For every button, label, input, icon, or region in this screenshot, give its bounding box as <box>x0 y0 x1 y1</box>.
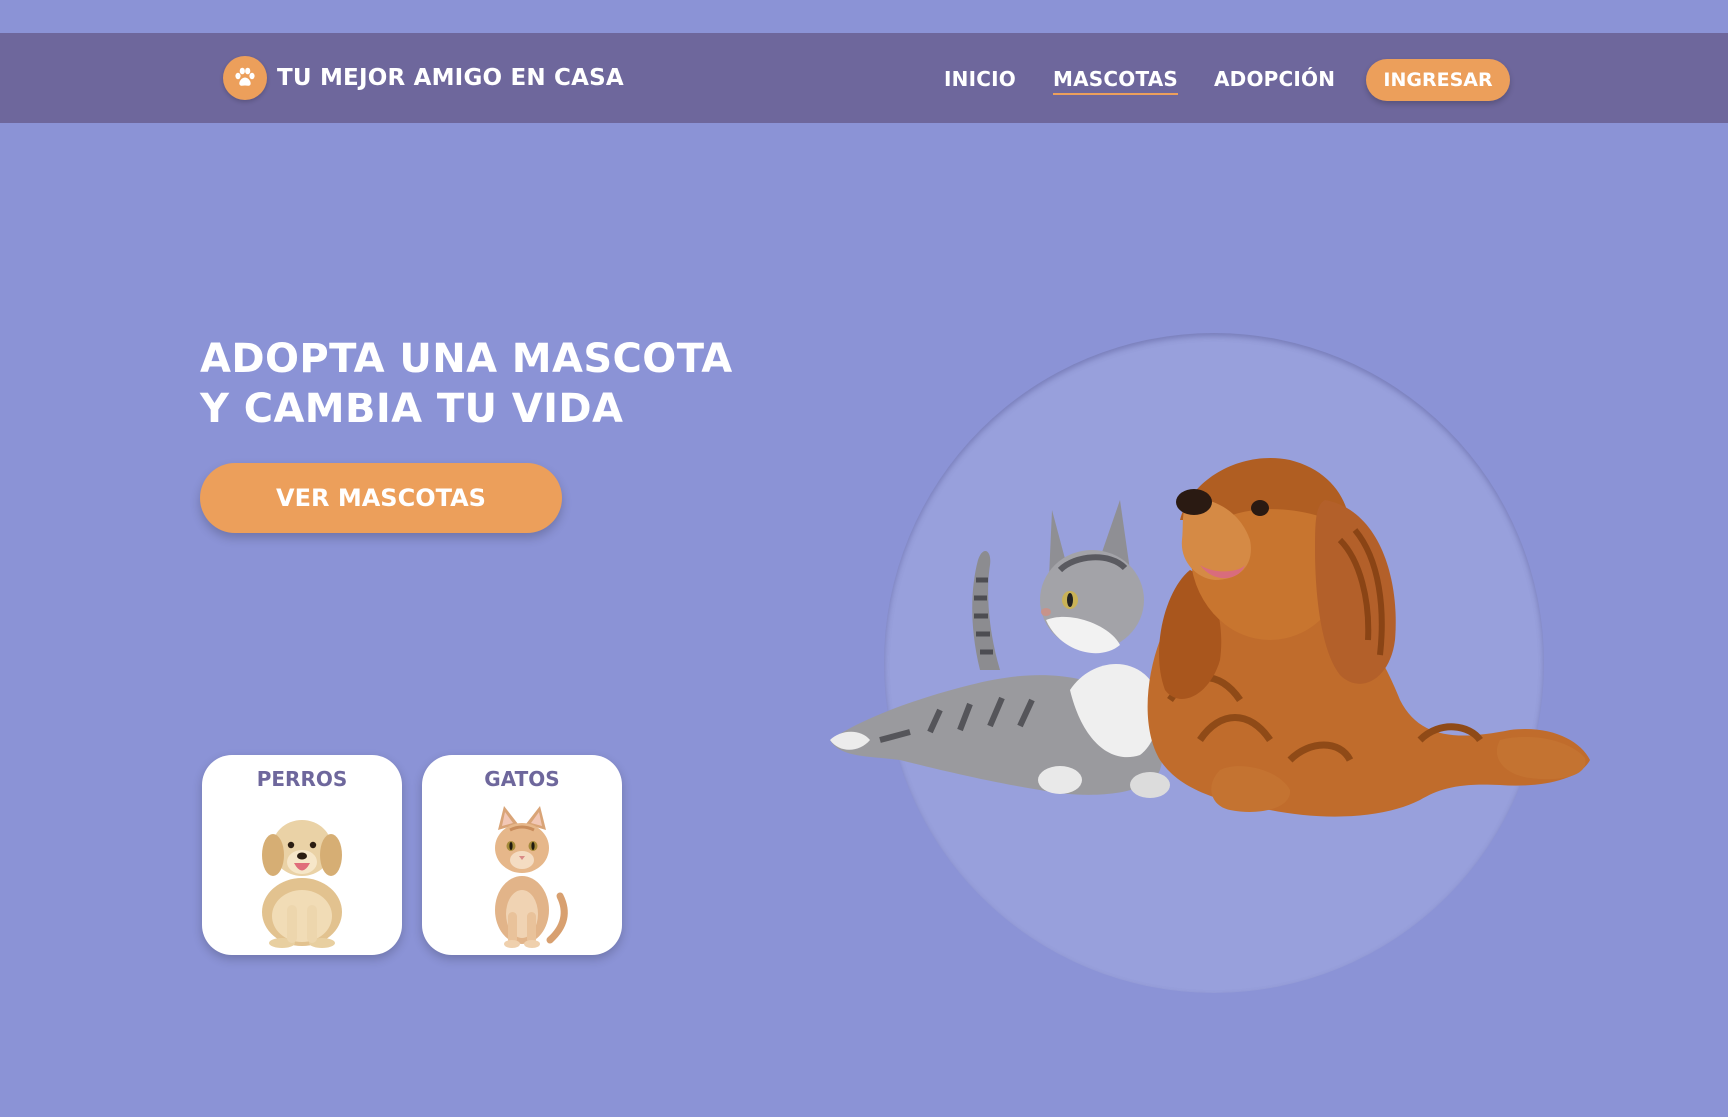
category-card-cats[interactable]: GATOS <box>422 755 622 955</box>
hero-title-line-1: ADOPTA UNA MASCOTA <box>200 336 733 382</box>
hero-title: ADOPTA UNA MASCOTA Y CAMBIA TU VIDA <box>200 334 733 434</box>
category-card-dogs[interactable]: PERROS <box>202 755 402 955</box>
category-label-cats: GATOS <box>484 767 560 791</box>
view-pets-button[interactable]: VER MASCOTAS <box>200 463 562 533</box>
login-button[interactable]: INGRESAR <box>1366 59 1510 101</box>
main-nav: INICIO MASCOTAS ADOPCIÓN INGRESAR <box>0 33 1728 123</box>
nav-item-inicio[interactable]: INICIO <box>944 67 1016 91</box>
nav-item-mascotas[interactable]: MASCOTAS <box>1053 67 1179 95</box>
navbar: TU MEJOR AMIGO EN CASA INICIO MASCOTAS A… <box>0 33 1728 123</box>
hero-title-line-2: Y CAMBIA TU VIDA <box>200 386 624 432</box>
category-label-dogs: PERROS <box>256 767 348 791</box>
puppy-image <box>262 820 342 948</box>
cat-and-dog-image <box>830 458 1590 817</box>
nav-item-adopcion[interactable]: ADOPCIÓN <box>1214 67 1335 91</box>
kitten-image <box>495 806 568 948</box>
